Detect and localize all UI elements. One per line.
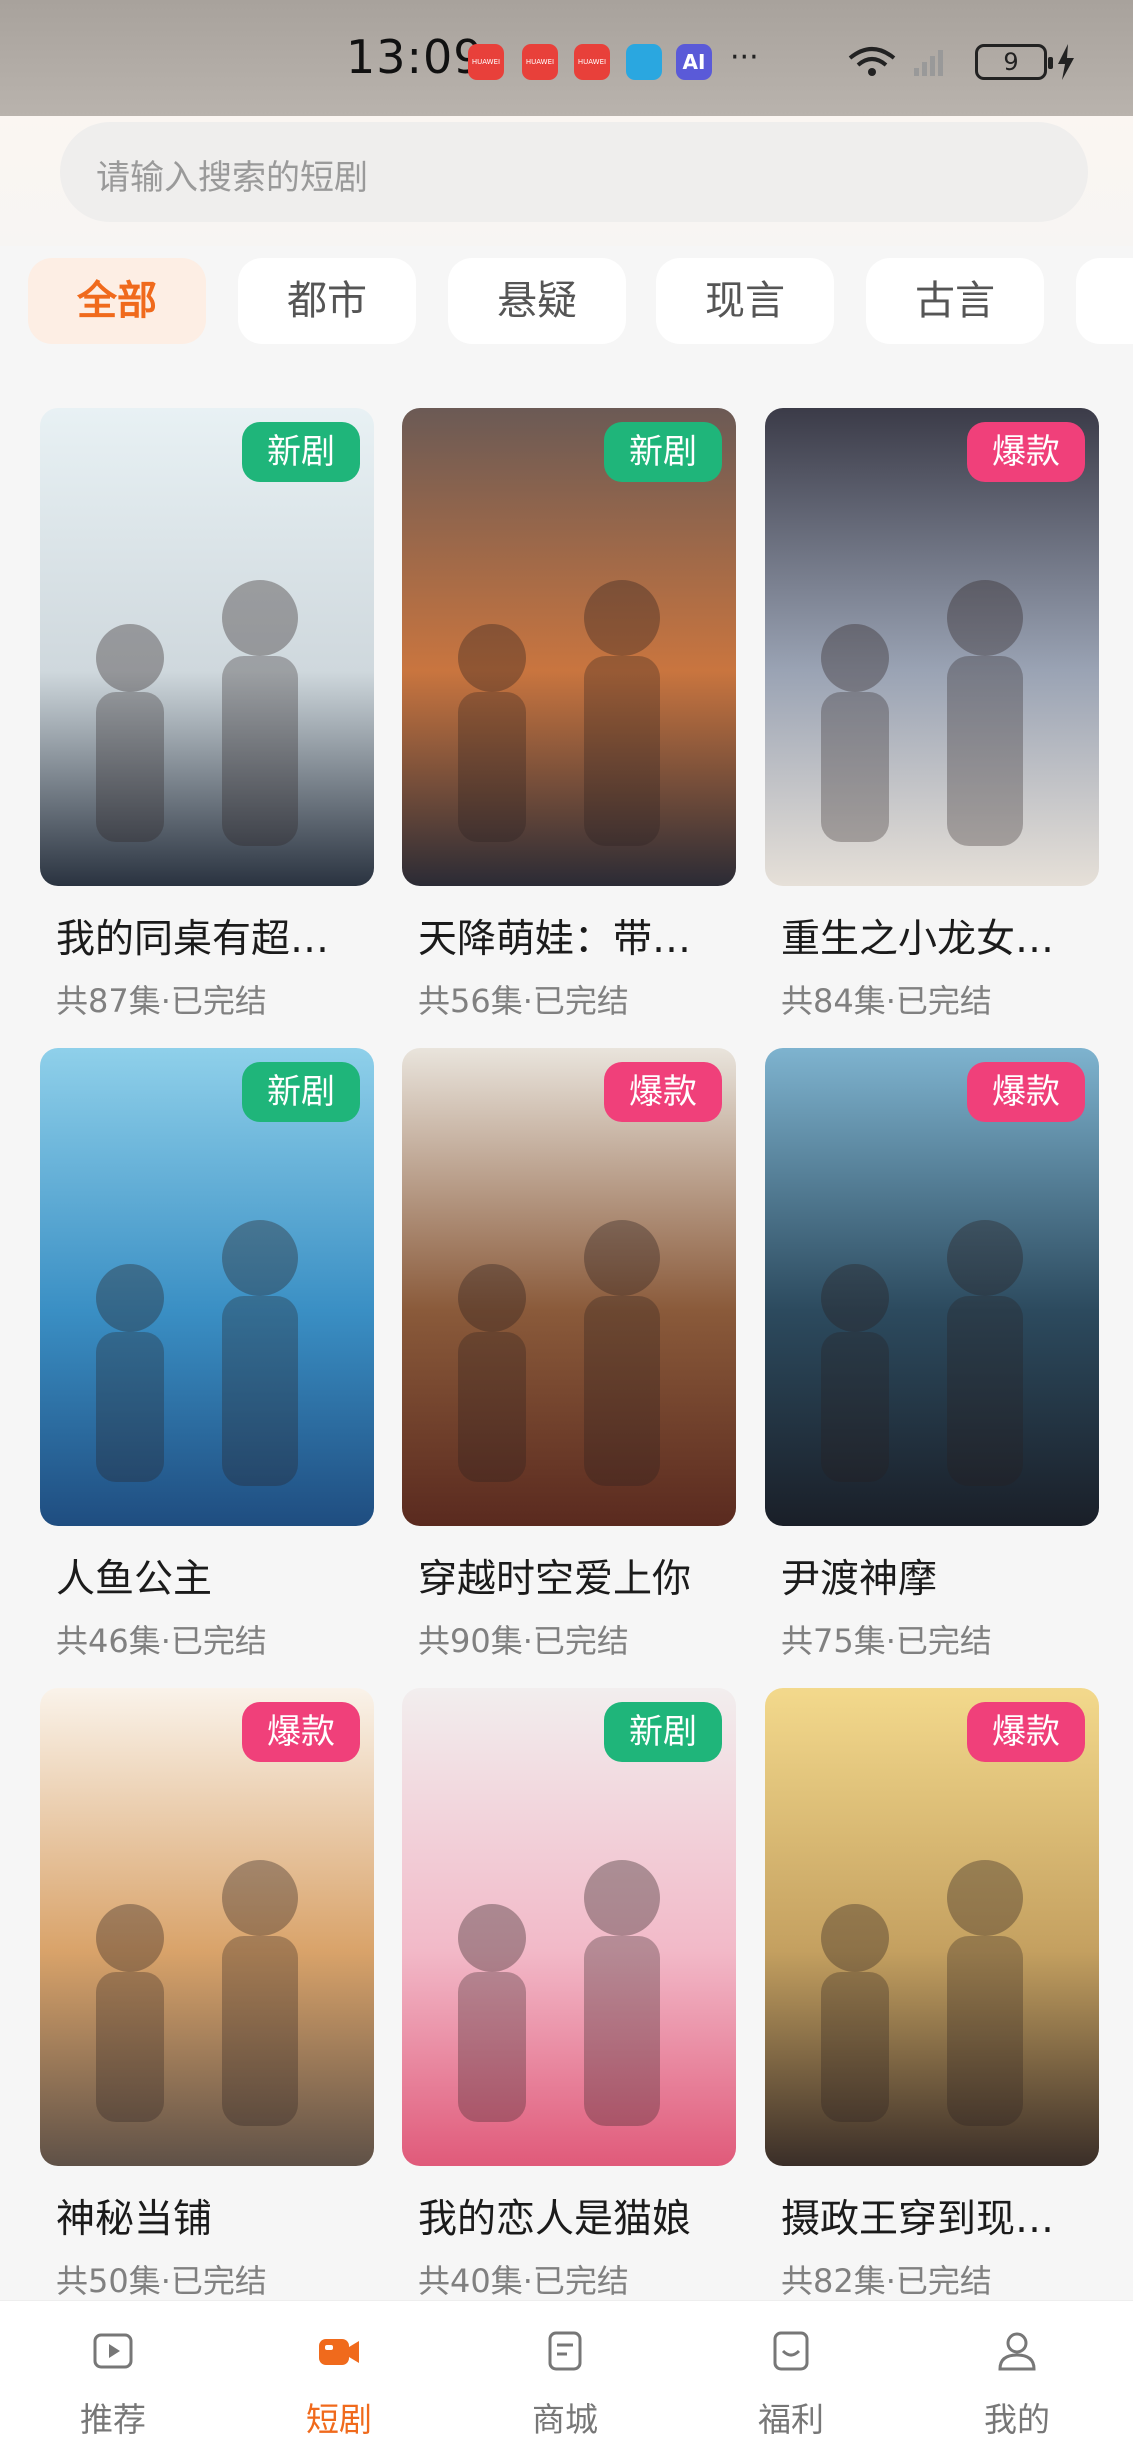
drama-episode-info: 共40集·已完结 [418, 2262, 629, 2300]
drama-card[interactable]: 爆款穿越时空爱上你共90集·已完结 [402, 1048, 736, 1662]
battery-indicator: 9 [975, 44, 1053, 80]
drama-episode-info: 共90集·已完结 [418, 1622, 629, 1660]
drama-poster[interactable]: 爆款 [765, 408, 1099, 886]
hot-drama-badge: 爆款 [967, 1062, 1085, 1122]
drama-poster[interactable]: 爆款 [765, 1688, 1099, 2166]
new-drama-badge: 新剧 [242, 1062, 360, 1122]
drama-card[interactable]: 新剧人鱼公主共46集·已完结 [40, 1048, 374, 1662]
drama-title[interactable]: 人鱼公主 [40, 1548, 374, 1604]
drama-card[interactable]: 爆款重生之小龙女… 共84集·已完结 [765, 408, 1099, 1022]
status-time: 13:09 [346, 30, 484, 84]
new-drama-badge: 新剧 [604, 1702, 722, 1762]
nav-label-mall: 商城 [532, 2400, 598, 2439]
drama-title[interactable]: 摄政王穿到现… [765, 2188, 1099, 2244]
nav-label-welfare: 福利 [758, 2400, 824, 2439]
hot-drama-badge: 爆款 [967, 1702, 1085, 1762]
video-camera-icon [319, 2339, 359, 2365]
drama-poster[interactable]: 爆款 [40, 1688, 374, 2166]
nav-item-recommend[interactable]: 推荐 [0, 2301, 226, 2453]
category-tab-all[interactable]: 全部 [28, 258, 206, 344]
search-placeholder: 请输入搜索的短剧 [96, 158, 368, 198]
drama-title[interactable]: 神秘当铺 [40, 2188, 374, 2244]
category-tab-ancient-romance[interactable]: 古言 [866, 258, 1044, 344]
bottom-nav: 推荐 短剧 商城 福利 我的 [0, 2300, 1133, 2453]
drama-poster[interactable]: 爆款 [402, 1048, 736, 1526]
drama-episode-info: 共56集·已完结 [418, 982, 629, 1020]
drama-card[interactable]: 新剧我的同桌有超… 共87集·已完结 [40, 408, 374, 1022]
drama-poster[interactable]: 爆款 [765, 1048, 1099, 1526]
drama-title[interactable]: 天降萌娃：带… [402, 908, 736, 964]
drama-poster[interactable]: 新剧 [40, 1048, 374, 1526]
charging-icon [1058, 44, 1074, 80]
nav-item-mine[interactable]: 我的 [904, 2301, 1130, 2453]
nav-item-mall[interactable]: 商城 [452, 2301, 678, 2453]
category-tab-modern-romance[interactable]: 现言 [656, 258, 834, 344]
drama-episode-info: 共84集·已完结 [781, 982, 992, 1020]
drama-card[interactable]: 爆款尹渡神摩共75集·已完结 [765, 1048, 1099, 1662]
nav-label-mine: 我的 [984, 2400, 1050, 2439]
drama-title[interactable]: 我的恋人是猫娘 [402, 2188, 736, 2244]
new-drama-badge: 新剧 [604, 422, 722, 482]
drama-card[interactable]: 新剧我的恋人是猫娘共40集·已完结 [402, 1688, 736, 2302]
category-tab-urban[interactable]: 都市 [238, 258, 416, 344]
drama-episode-info: 共87集·已完结 [56, 982, 267, 1020]
nav-item-welfare[interactable]: 福利 [678, 2301, 904, 2453]
cube-app-icon [626, 44, 662, 80]
category-tab-suspense[interactable]: 悬疑 [448, 258, 626, 344]
document-icon [548, 2331, 582, 2371]
category-tabs: 全部 都市 悬疑 现言 古言 [0, 258, 1133, 350]
status-bar: 13:09 HUAWEI HUAWEI HUAWEI AI ··· 9 [0, 0, 1133, 116]
category-tab-more[interactable] [1076, 258, 1133, 344]
nav-label-recommend: 推荐 [80, 2400, 146, 2439]
gift-box-icon [773, 2331, 809, 2371]
drama-title[interactable]: 我的同桌有超… [40, 908, 374, 964]
huawei-app-icon: HUAWEI [522, 44, 558, 80]
wifi-signal-icon [848, 47, 943, 76]
drama-poster[interactable]: 新剧 [40, 408, 374, 886]
drama-poster[interactable]: 新剧 [402, 1688, 736, 2166]
drama-title[interactable]: 重生之小龙女… [765, 908, 1099, 964]
more-notifications-icon: ··· [730, 40, 759, 75]
drama-poster[interactable]: 新剧 [402, 408, 736, 886]
drama-title[interactable]: 尹渡神摩 [765, 1548, 1099, 1604]
drama-card[interactable]: 新剧天降萌娃：带… 共56集·已完结 [402, 408, 736, 1022]
nav-label-drama: 短剧 [306, 2400, 372, 2439]
search-input[interactable]: 请输入搜索的短剧 [60, 122, 1088, 222]
ai-app-icon: AI [676, 44, 712, 80]
huawei-app-icon: HUAWEI [468, 44, 504, 80]
drama-episode-info: 共50集·已完结 [56, 2262, 267, 2300]
drama-card[interactable]: 爆款摄政王穿到现… 共82集·已完结 [765, 1688, 1099, 2302]
hot-drama-badge: 爆款 [604, 1062, 722, 1122]
drama-episode-info: 共82集·已完结 [781, 2262, 992, 2300]
hot-drama-badge: 爆款 [967, 422, 1085, 482]
drama-episode-info: 共46集·已完结 [56, 1622, 267, 1660]
new-drama-badge: 新剧 [242, 422, 360, 482]
huawei-app-icon: HUAWEI [574, 44, 610, 80]
nav-item-drama[interactable]: 短剧 [226, 2301, 452, 2453]
drama-title[interactable]: 穿越时空爱上你 [402, 1548, 736, 1604]
hot-drama-badge: 爆款 [242, 1702, 360, 1762]
drama-card[interactable]: 爆款神秘当铺共50集·已完结 [40, 1688, 374, 2302]
play-square-icon [93, 2333, 133, 2369]
drama-episode-info: 共75集·已完结 [781, 1622, 992, 1660]
user-icon [998, 2332, 1036, 2371]
